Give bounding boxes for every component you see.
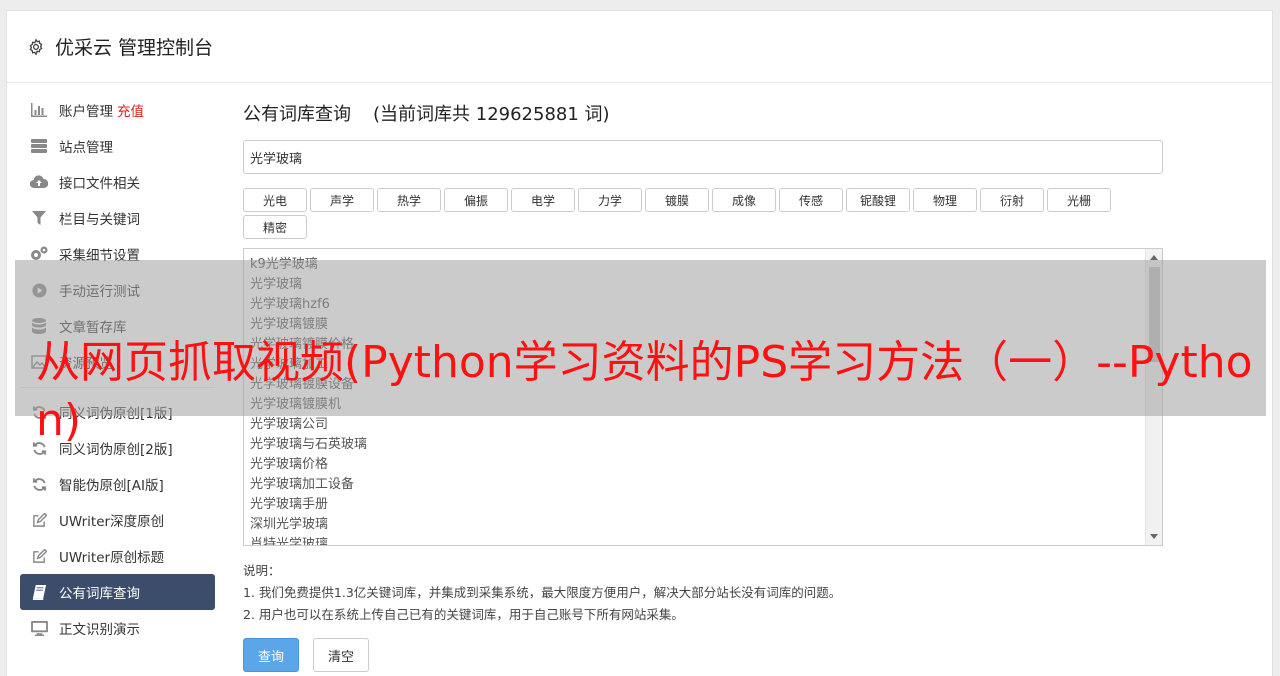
- sidebar-item-label: UWriter深度原创: [59, 514, 165, 530]
- bar-chart-icon: [30, 101, 48, 119]
- server-icon: [30, 137, 48, 155]
- clear-button[interactable]: 清空: [313, 638, 370, 672]
- tag-button[interactable]: 衍射: [980, 188, 1044, 212]
- sidebar-item-label: UWriter原创标题: [59, 550, 165, 566]
- sidebar-item[interactable]: 站点管理: [20, 128, 215, 164]
- note-line: 1. 我们免费提供1.3亿关键词库，并集成到采集系统，最大限度方便用户，解决大部…: [243, 585, 842, 600]
- book-icon: [30, 583, 48, 601]
- sidebar-item-label: 智能伪原创[AI版]: [59, 478, 164, 494]
- monitor-icon: [30, 619, 48, 637]
- edit-icon: [30, 547, 48, 565]
- query-button[interactable]: 查询: [243, 638, 300, 672]
- sidebar-item[interactable]: UWriter原创标题: [20, 538, 215, 574]
- recharge-link[interactable]: 充值: [117, 100, 144, 120]
- keyword-result-item[interactable]: 光学玻璃加工设备: [250, 475, 1156, 495]
- sidebar-item-label: 正文识别演示: [59, 622, 140, 638]
- tag-button[interactable]: 传感: [779, 188, 843, 212]
- sidebar-item[interactable]: 账户管理 充值: [20, 92, 215, 128]
- note-line: 2. 用户也可以在系统上传自己已有的关键词库，用于自己账号下所有网站采集。: [243, 607, 684, 622]
- tag-button[interactable]: 光栅: [1047, 188, 1111, 212]
- usage-notes: 说明： 1. 我们免费提供1.3亿关键词库，并集成到采集系统，最大限度方便用户，解…: [243, 560, 1168, 626]
- sidebar-item-label: 接口文件相关: [59, 176, 140, 192]
- page-title: 优采云 管理控制台: [55, 37, 214, 59]
- sidebar-item-label: 公有词库查询: [59, 586, 140, 602]
- tag-button[interactable]: 声学: [310, 188, 374, 212]
- sidebar-item[interactable]: 接口文件相关: [20, 164, 215, 200]
- tag-button[interactable]: 力学: [578, 188, 642, 212]
- tag-button[interactable]: 成像: [712, 188, 776, 212]
- note-line: 说明：: [243, 563, 281, 578]
- overlay-title: 从网页抓取视频(Python学习资料的PS学习方法（一）--Python): [36, 337, 1253, 446]
- tag-button[interactable]: 精密: [243, 215, 307, 239]
- word-count: (当前词库共 129625881 词): [373, 104, 610, 125]
- tag-button[interactable]: 热学: [377, 188, 441, 212]
- gear-icon: [27, 37, 45, 56]
- keyword-result-item[interactable]: 光学玻璃价格: [250, 455, 1156, 475]
- form-actions: 查询 清空: [243, 638, 1168, 672]
- tag-button[interactable]: 镀膜: [645, 188, 709, 212]
- keyword-result-item[interactable]: 光学玻璃手册: [250, 495, 1156, 515]
- sidebar-item[interactable]: 智能伪原创[AI版]: [20, 466, 215, 502]
- sidebar-item-label: 栏目与关键词: [59, 212, 140, 228]
- keyword-result-item[interactable]: 肖特光学玻璃: [250, 535, 1156, 545]
- section-title-text: 公有词库查询: [243, 104, 351, 125]
- panel-header: 优采云 管理控制台: [7, 11, 1272, 83]
- tag-button[interactable]: 电学: [511, 188, 575, 212]
- keyword-search-input[interactable]: [243, 140, 1163, 174]
- scroll-down-icon[interactable]: [1150, 534, 1158, 539]
- sidebar-item[interactable]: 公有词库查询: [20, 574, 215, 610]
- tag-button[interactable]: 铌酸锂: [846, 188, 910, 212]
- sidebar-item-label: 账户管理: [59, 104, 113, 120]
- section-title: 公有词库查询 (当前词库共 129625881 词): [243, 100, 1168, 126]
- category-tags: 光电 声学 热学 偏振 电学 力学 镀膜 成像 传感 铌酸锂 物理 衍射 光栅精密: [243, 188, 1163, 242]
- tag-button[interactable]: 偏振: [444, 188, 508, 212]
- keyword-result-item[interactable]: 深圳光学玻璃: [250, 515, 1156, 535]
- sidebar-item[interactable]: 栏目与关键词: [20, 200, 215, 236]
- refresh-icon: [30, 475, 48, 493]
- tag-button[interactable]: 物理: [913, 188, 977, 212]
- sidebar-item-label: 站点管理: [59, 140, 113, 156]
- edit-icon: [30, 511, 48, 529]
- sidebar-item[interactable]: 正文识别演示: [20, 610, 215, 646]
- cloud-upload-icon: [30, 173, 48, 191]
- filter-icon: [30, 209, 48, 227]
- sidebar-item[interactable]: UWriter深度原创: [20, 502, 215, 538]
- tag-button[interactable]: 光电: [243, 188, 307, 212]
